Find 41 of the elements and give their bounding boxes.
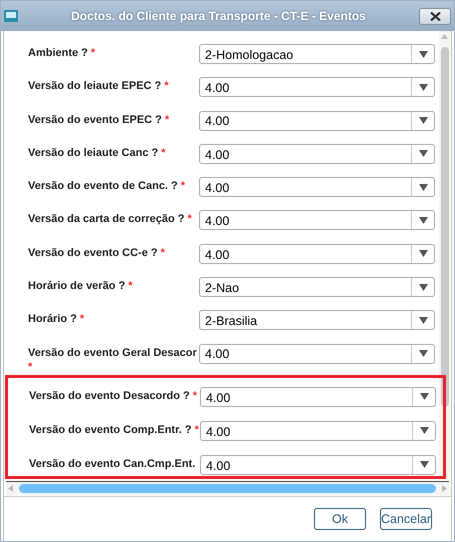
dropdown[interactable]: 2-Homologacao xyxy=(199,44,435,64)
dropdown[interactable]: 4.00 xyxy=(200,420,436,441)
dropdown[interactable]: 4.00 xyxy=(199,244,435,264)
field-label: Versão do evento Comp.Entr. ? xyxy=(29,422,192,437)
required-mark: * xyxy=(28,360,32,374)
dropdown[interactable]: 4.00 xyxy=(199,144,435,164)
field-label: Versão do evento de Canc. ? xyxy=(28,179,178,194)
field-label: Versão do evento Geral Desacor xyxy=(28,346,197,360)
dropdown[interactable]: 4.00 xyxy=(200,454,436,475)
field-label: Versão do evento EPEC ? xyxy=(28,112,162,127)
required-mark: * xyxy=(188,212,192,226)
dropdown[interactable]: 2-Brasilia xyxy=(199,310,435,330)
required-mark: * xyxy=(128,279,132,294)
dialog-button[interactable]: Cancelar xyxy=(380,508,432,530)
field-label: Versão do evento Desacordo ? xyxy=(29,388,190,403)
required-mark: * xyxy=(194,422,199,437)
field-label: Versão do evento CC-e ? xyxy=(28,246,158,260)
field-label: Versão do evento Can.Cmp.Ent. xyxy=(29,456,196,471)
required-mark: * xyxy=(80,312,84,326)
dropdown[interactable]: 2-Nao xyxy=(199,277,435,298)
field-label: Ambiente ? xyxy=(28,46,88,60)
dropdown[interactable]: 4.00 xyxy=(199,210,435,230)
dialog-button[interactable]: Ok xyxy=(314,508,366,530)
dropdown[interactable]: 4.00 xyxy=(199,177,435,198)
required-mark: * xyxy=(180,179,186,194)
dropdown[interactable]: 4.00 xyxy=(199,110,435,131)
window-title: Doctos. do Cliente para Transporte - CT-E - Eventos xyxy=(70,8,367,25)
required-mark: * xyxy=(90,46,96,60)
required-mark: * xyxy=(192,388,198,403)
required-mark: * xyxy=(161,146,166,160)
dropdown[interactable]: 4.00 xyxy=(199,77,435,98)
required-mark: * xyxy=(164,112,170,127)
field-label: Horário ? xyxy=(28,312,77,326)
dropdown[interactable]: 4.00 xyxy=(199,344,435,364)
field-label: Versão do leiaute Canc ? xyxy=(28,146,158,160)
field-label: Horário de verão ? xyxy=(28,279,126,294)
field-label: Versão do leiaute EPEC ? xyxy=(28,79,162,94)
required-mark: * xyxy=(160,246,165,260)
required-mark: * xyxy=(164,79,169,94)
field-label: Versão da carta de correção ? xyxy=(28,212,185,226)
dropdown[interactable]: 4.00 xyxy=(200,386,436,407)
